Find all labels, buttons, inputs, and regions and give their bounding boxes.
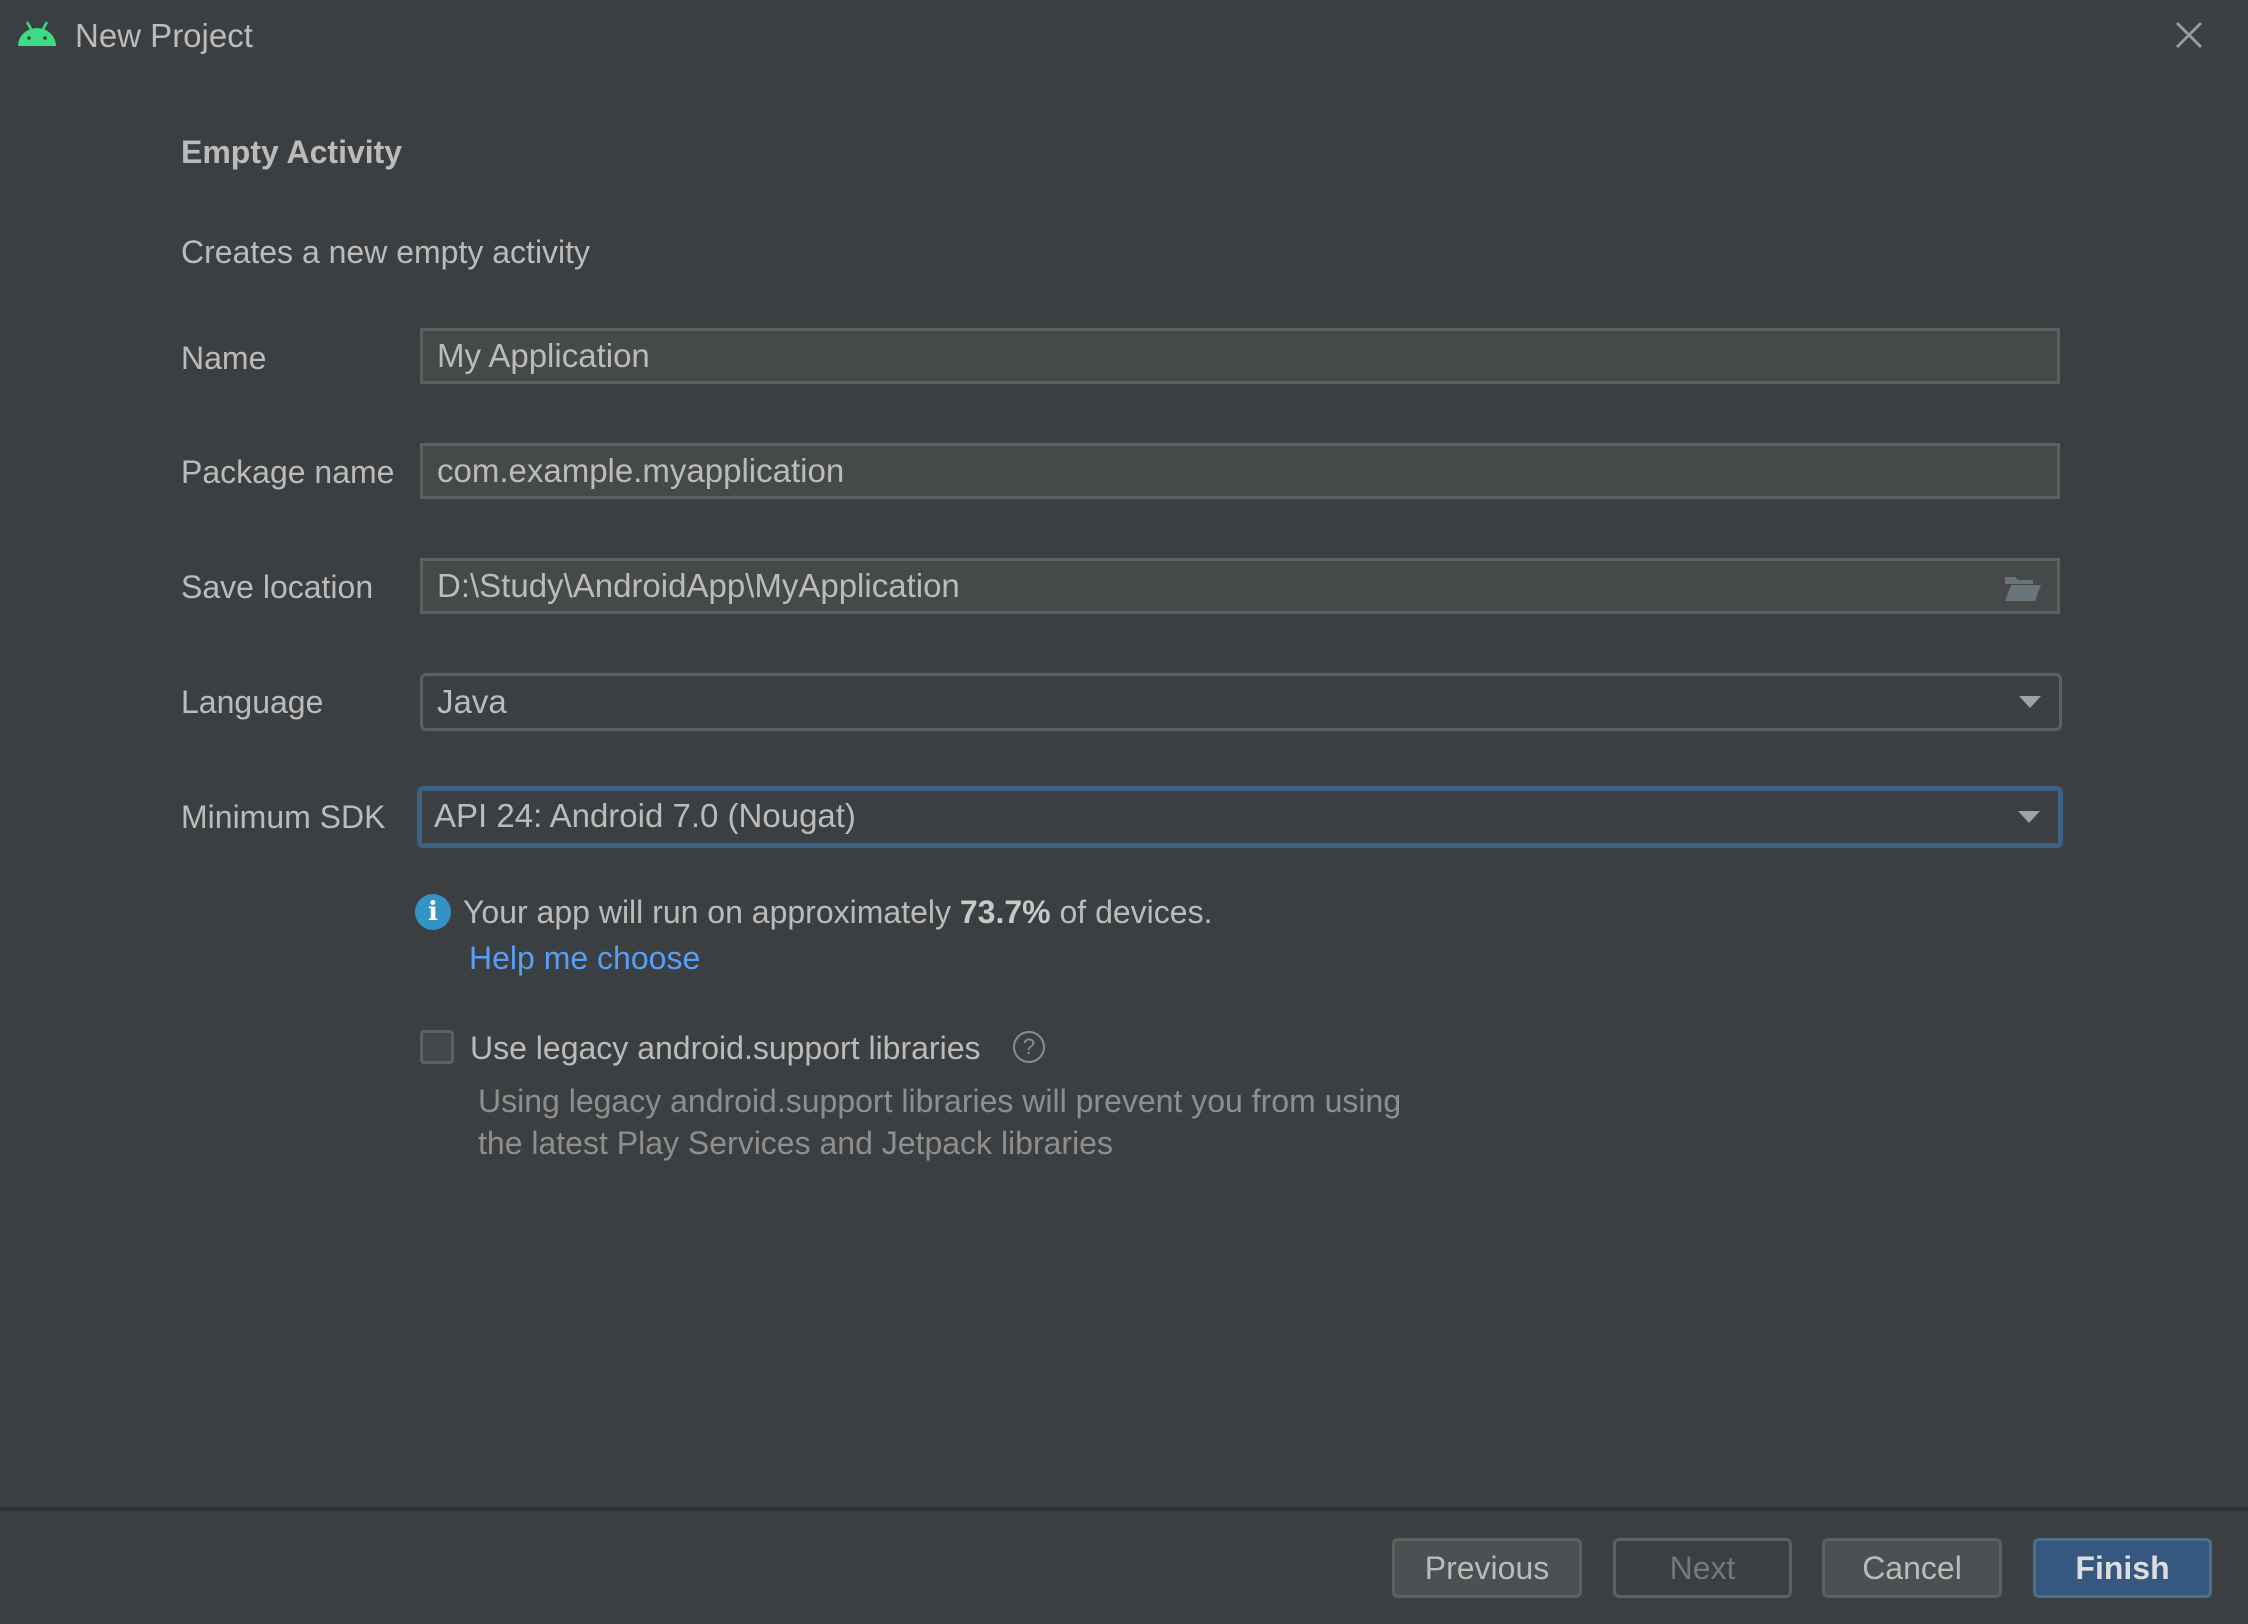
language-dropdown[interactable]: Java: [420, 673, 2062, 731]
finish-button[interactable]: Finish: [2033, 1538, 2212, 1598]
cancel-button[interactable]: Cancel: [1822, 1538, 2002, 1598]
language-label: Language: [181, 684, 324, 720]
name-label: Name: [181, 340, 267, 376]
device-coverage-text: Your app will run on approximately 73.7%…: [463, 892, 1212, 932]
save-location-label: Save location: [181, 569, 374, 605]
name-field[interactable]: My Application: [420, 328, 2060, 384]
help-icon[interactable]: ?: [1013, 1031, 1045, 1063]
next-button[interactable]: Next: [1613, 1538, 1792, 1598]
package-name-label: Package name: [181, 454, 395, 490]
legacy-libraries-checkbox[interactable]: [420, 1030, 454, 1064]
legacy-hint-line-2: the latest Play Services and Jetpack lib…: [478, 1125, 1113, 1161]
legacy-hint-line-1: Using legacy android.support libraries w…: [478, 1083, 1402, 1119]
previous-button[interactable]: Previous: [1392, 1538, 1582, 1598]
language-value: Java: [437, 683, 507, 720]
coverage-percent: 73.7%: [959, 894, 1051, 930]
legacy-libraries-label[interactable]: Use legacy android.support libraries: [470, 1028, 980, 1068]
template-description: Creates a new empty activity: [181, 234, 591, 270]
minimum-sdk-label: Minimum SDK: [181, 799, 386, 835]
footer-divider: [0, 1507, 2248, 1511]
folder-open-icon[interactable]: [2003, 573, 2043, 603]
minimum-sdk-dropdown[interactable]: API 24: Android 7.0 (Nougat): [417, 786, 2063, 848]
template-heading: Empty Activity: [181, 134, 403, 170]
info-icon: i: [415, 894, 451, 930]
chevron-down-icon: [2018, 811, 2040, 823]
android-icon: [18, 21, 56, 46]
save-location-field[interactable]: D:\Study\AndroidApp\MyApplication: [420, 558, 2060, 614]
coverage-suffix: of devices.: [1050, 894, 1213, 930]
minimum-sdk-value: API 24: Android 7.0 (Nougat): [434, 797, 856, 834]
close-icon[interactable]: [2172, 18, 2206, 52]
window-title: New Project: [75, 17, 253, 54]
chevron-down-icon: [2019, 696, 2041, 708]
coverage-prefix: Your app will run on approximately: [463, 894, 960, 930]
save-location-value: D:\Study\AndroidApp\MyApplication: [437, 567, 960, 604]
package-name-field[interactable]: com.example.myapplication: [420, 443, 2060, 499]
help-me-choose-link[interactable]: Help me choose: [469, 938, 700, 978]
